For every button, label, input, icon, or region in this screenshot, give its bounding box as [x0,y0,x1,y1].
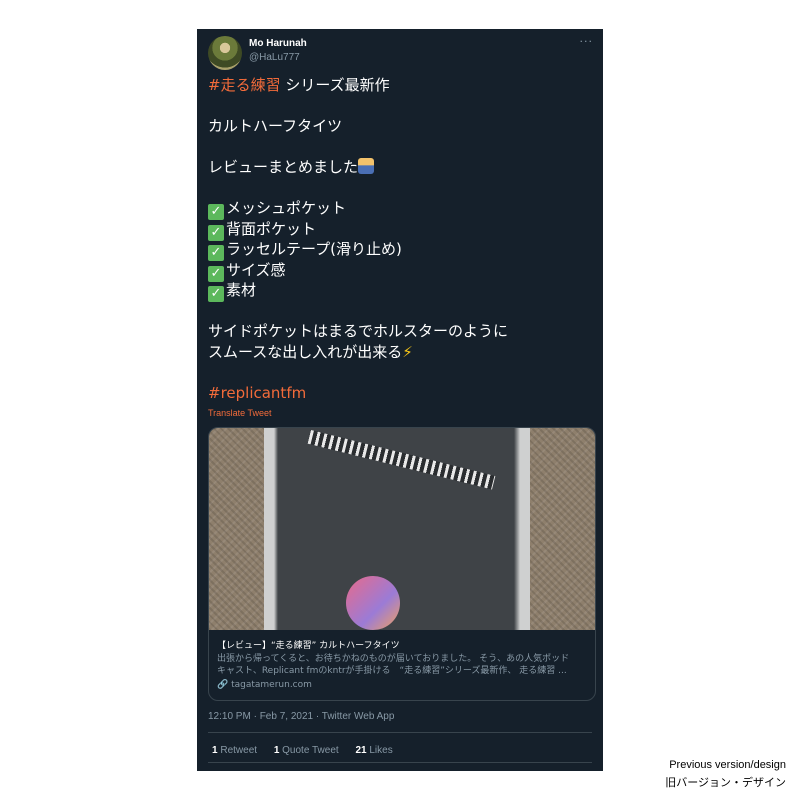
tweet-text: #走る練習 シリーズ最新作 カルトハーフタイツ レビューまとめました ✓ メッシュ… [208,75,598,403]
caption-japanese: 旧バージョン・デザイン [665,777,786,789]
engagement-stats: 1 Retweet 1 Quote Tweet 21 Likes [212,745,407,756]
tweet-text-segment: レビューまとめました [208,158,359,176]
check-mark-icon: ✓ [208,245,224,261]
divider [208,732,592,733]
closing-line-2: スムースな出し入れが出来る⚡ [208,342,413,361]
tweet-line-2: カルトハーフタイツ [208,117,343,135]
sticker-image [346,576,400,630]
quote-tweets-stat[interactable]: 1 Quote Tweet [274,745,339,756]
check-mark-icon: ✓ [208,204,224,220]
likes-stat[interactable]: 21 Likes [355,745,392,756]
tweet-card: Mo Harunah @HaLu777 ··· #走る練習 シリーズ最新作 カル… [197,29,603,771]
caption-english: Previous version/design [669,759,786,771]
translate-tweet-link[interactable]: Translate Tweet [208,408,272,418]
avatar[interactable] [208,36,242,70]
author-name[interactable]: Mo Harunah [249,38,307,49]
tweet-line-1: #走る練習 シリーズ最新作 [208,75,598,96]
retweets-stat[interactable]: 1 Retweet [212,745,257,756]
checklist-item: ✓ サイズ感 [208,260,598,282]
hashtag-link[interactable]: #走る練習 [208,76,281,94]
checklist-item: ✓ メッシュポケット [208,198,598,220]
divider [208,762,592,763]
checklist-item: ✓ 背面ポケット [208,219,598,241]
lightning-bolt-emoji-icon: ⚡ [402,342,413,361]
card-title: 【レビュー】“走る練習” カルトハーフタイツ [217,641,400,651]
tweet-line-3: レビューまとめました [208,157,598,178]
person-tipping-hand-emoji-icon [358,158,375,174]
preview-image [209,428,595,630]
link-preview-card[interactable]: 【レビュー】“走る練習” カルトハーフタイツ 出張から帰ってくると、お待ちかねの… [208,427,596,701]
author-handle[interactable]: @HaLu777 [249,52,300,63]
checklist-item: ✓ 素材 [208,280,598,302]
card-description: 出張から帰ってくると、お待ちかねのものが届いておりました。 そう、あの人気ポッド… [217,654,570,676]
tweet-timestamp[interactable]: 12:10 PM · Feb 7, 2021 · Twitter Web App [208,711,394,722]
more-options-icon[interactable]: ··· [580,35,594,48]
check-mark-icon: ✓ [208,286,224,302]
card-domain: 🔗 tagatamerun.com [217,680,312,690]
closing-line-1: サイドポケットはまるでホルスターのように [208,322,509,340]
link-icon: 🔗 [217,680,229,690]
tweet-text-segment: シリーズ最新作 [280,76,390,94]
hashtag-link[interactable]: #replicantfm [208,384,306,402]
checklist-item: ✓ ラッセルテープ(滑り止め) [208,239,598,261]
